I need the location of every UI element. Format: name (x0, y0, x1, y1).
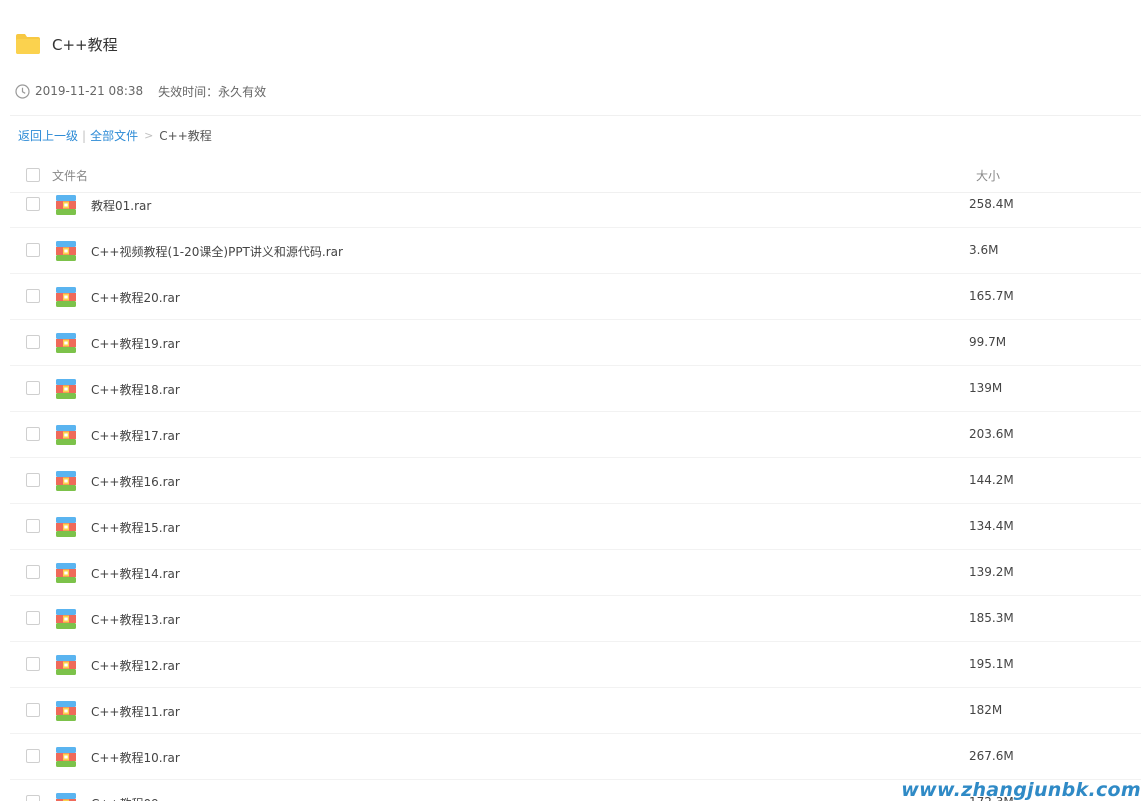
rar-file-icon (56, 471, 76, 491)
file-name[interactable]: C++教程16.rar (91, 473, 180, 490)
breadcrumb: 返回上一级 | 全部文件 > C++教程 (18, 127, 212, 145)
select-all-checkbox[interactable] (26, 168, 40, 182)
rar-file-icon (56, 425, 76, 445)
row-checkbox[interactable] (26, 703, 40, 717)
file-size: 267.6M (969, 749, 1014, 763)
file-name[interactable]: C++教程09.rar (91, 795, 180, 801)
file-row[interactable]: C++教程13.rar 185.3M (10, 596, 1141, 642)
file-size: 99.7M (969, 335, 1007, 349)
row-checkbox[interactable] (26, 289, 40, 303)
file-list: 教程01.rar 258.4M C++视频教程(1-20课全)PPT讲义和源代码.r… (10, 182, 1141, 801)
row-checkbox[interactable] (26, 657, 40, 671)
file-row[interactable]: C++教程14.rar 139.2M (10, 550, 1141, 596)
file-size: 258.4M (969, 197, 1014, 211)
share-date: 2019-11-21 08:38 (35, 84, 144, 98)
rar-file-icon (56, 287, 76, 307)
page-title: C++教程 (52, 35, 118, 54)
row-checkbox[interactable] (26, 197, 40, 211)
file-size: 185.3M (969, 611, 1014, 625)
file-size: 139.2M (969, 565, 1014, 579)
breadcrumb-separator: | (82, 129, 87, 143)
row-checkbox[interactable] (26, 381, 40, 395)
row-checkbox[interactable] (26, 243, 40, 257)
file-size: 203.6M (969, 427, 1014, 441)
file-name[interactable]: C++教程14.rar (91, 565, 180, 582)
file-name[interactable]: 教程01.rar (91, 197, 151, 214)
file-row[interactable]: C++教程18.rar 139M (10, 366, 1141, 412)
file-name[interactable]: C++视频教程(1-20课全)PPT讲义和源代码.rar (91, 243, 343, 260)
rar-file-icon (56, 563, 76, 583)
expire-info: 失效时间：永久有效 (158, 84, 267, 99)
share-page: C++教程 2019-11-21 08:38 失效时间：永久有效 返回上一级 |… (0, 0, 1141, 801)
rar-file-icon (56, 195, 76, 215)
file-name[interactable]: C++教程19.rar (91, 335, 180, 352)
file-size: 182M (969, 703, 1003, 717)
file-size: 165.7M (969, 289, 1014, 303)
file-size: 195.1M (969, 657, 1014, 671)
file-row[interactable]: C++教程16.rar 144.2M (10, 458, 1141, 504)
file-size: 139M (969, 381, 1003, 395)
folder-icon (15, 33, 41, 55)
row-checkbox[interactable] (26, 473, 40, 487)
rar-file-icon (56, 517, 76, 537)
row-checkbox[interactable] (26, 611, 40, 625)
all-files-link[interactable]: 全部文件 (90, 127, 138, 145)
file-name[interactable]: C++教程13.rar (91, 611, 180, 628)
file-row[interactable]: C++教程20.rar 165.7M (10, 274, 1141, 320)
file-name[interactable]: C++教程18.rar (91, 381, 180, 398)
row-checkbox[interactable] (26, 519, 40, 533)
file-row[interactable]: C++视频教程(1-20课全)PPT讲义和源代码.rar 3.6M (10, 228, 1141, 274)
file-row[interactable]: C++教程17.rar 203.6M (10, 412, 1141, 458)
file-name[interactable]: C++教程10.rar (91, 749, 180, 766)
breadcrumb-current: C++教程 (159, 129, 212, 143)
rar-file-icon (56, 333, 76, 353)
share-meta: 2019-11-21 08:38 失效时间：永久有效 (15, 82, 266, 100)
rar-file-icon (56, 793, 76, 801)
file-name[interactable]: C++教程11.rar (91, 703, 180, 720)
clock-icon (15, 83, 30, 99)
row-checkbox[interactable] (26, 427, 40, 441)
row-checkbox[interactable] (26, 749, 40, 763)
file-row[interactable]: C++教程19.rar 99.7M (10, 320, 1141, 366)
file-row[interactable]: C++教程10.rar 267.6M (10, 734, 1141, 780)
rar-file-icon (56, 379, 76, 399)
file-row[interactable]: C++教程11.rar 182M (10, 688, 1141, 734)
file-size: 134.4M (969, 519, 1014, 533)
file-row[interactable]: 教程01.rar 258.4M (10, 182, 1141, 228)
file-row[interactable]: C++教程15.rar 134.4M (10, 504, 1141, 550)
row-checkbox[interactable] (26, 565, 40, 579)
row-checkbox[interactable] (26, 335, 40, 349)
file-name[interactable]: C++教程20.rar (91, 289, 180, 306)
file-size: 3.6M (969, 243, 999, 257)
rar-file-icon (56, 701, 76, 721)
rar-file-icon (56, 241, 76, 261)
file-name[interactable]: C++教程12.rar (91, 657, 180, 674)
rar-file-icon (56, 609, 76, 629)
rar-file-icon (56, 747, 76, 767)
divider (10, 115, 1141, 116)
breadcrumb-arrow: > (144, 129, 154, 142)
file-name[interactable]: C++教程17.rar (91, 427, 180, 444)
rar-file-icon (56, 655, 76, 675)
file-row[interactable]: C++教程12.rar 195.1M (10, 642, 1141, 688)
back-link[interactable]: 返回上一级 (18, 127, 78, 145)
watermark: www.zhangjunbk.com (901, 779, 1141, 801)
title-row: C++教程 (15, 32, 118, 56)
row-checkbox[interactable] (26, 795, 40, 801)
file-name[interactable]: C++教程15.rar (91, 519, 180, 536)
file-size: 144.2M (969, 473, 1014, 487)
